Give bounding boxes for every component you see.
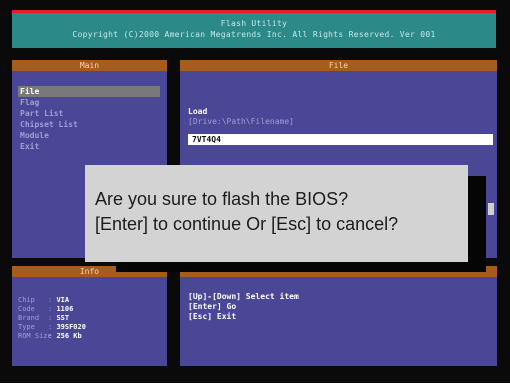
help-line-go: [Enter] Go xyxy=(188,302,237,311)
menu-item-flag[interactable]: Flag xyxy=(18,97,160,108)
help-line-exit: [Esc] Exit xyxy=(188,312,237,321)
path-hint: [Drive:\Path\Filename] xyxy=(188,117,294,126)
file-panel-title: File xyxy=(180,60,497,71)
file-load-section: Load [Drive:\Path\Filename] xyxy=(188,107,493,146)
info-row-rom-size: ROM Size: 256 Kb xyxy=(18,332,82,340)
menu-item-chipset-list[interactable]: Chipset List xyxy=(18,119,160,130)
app-title: Flash Utility xyxy=(220,19,288,28)
help-panel: [Up]-[Down] Select item [Enter] Go [Esc]… xyxy=(180,266,497,366)
info-row-chip: Chip: VIA xyxy=(18,296,70,304)
dialog-question: Are you sure to flash the BIOS? xyxy=(95,189,349,209)
flash-confirm-dialog[interactable]: Are you sure to flash the BIOS? [Enter] … xyxy=(85,165,468,262)
load-label: Load xyxy=(188,107,208,116)
copyright-text: Copyright (C)2000 American Megatrends In… xyxy=(72,30,436,39)
filename-input[interactable] xyxy=(188,134,493,145)
main-menu: File Flag Part List Chipset List Module … xyxy=(18,86,160,152)
key-help-list: [Up]-[Down] Select item [Enter] Go [Esc]… xyxy=(188,292,488,322)
help-line-select: [Up]-[Down] Select item xyxy=(188,292,299,301)
info-row-type: Type: 39SF020 xyxy=(18,323,86,331)
bios-screen: Flash Utility Copyright (C)2000 American… xyxy=(0,0,510,383)
info-panel: Info Chip: VIA Code: 1106 Brand: SST Typ… xyxy=(12,266,167,366)
menu-item-file[interactable]: File xyxy=(18,86,160,97)
title-bar: Flash Utility Copyright (C)2000 American… xyxy=(12,10,496,48)
menu-item-exit[interactable]: Exit xyxy=(18,141,160,152)
info-list: Chip: VIA Code: 1106 Brand: SST Type: 39… xyxy=(18,296,163,341)
scrollbar-thumb[interactable] xyxy=(488,203,494,215)
menu-item-part-list[interactable]: Part List xyxy=(18,108,160,119)
menu-item-module[interactable]: Module xyxy=(18,130,160,141)
main-panel-title: Main xyxy=(12,60,167,71)
info-row-code: Code: 1106 xyxy=(18,305,74,313)
dialog-instruction: [Enter] to continue Or [Esc] to cancel? xyxy=(95,214,399,234)
info-row-brand: Brand: SST xyxy=(18,314,70,322)
